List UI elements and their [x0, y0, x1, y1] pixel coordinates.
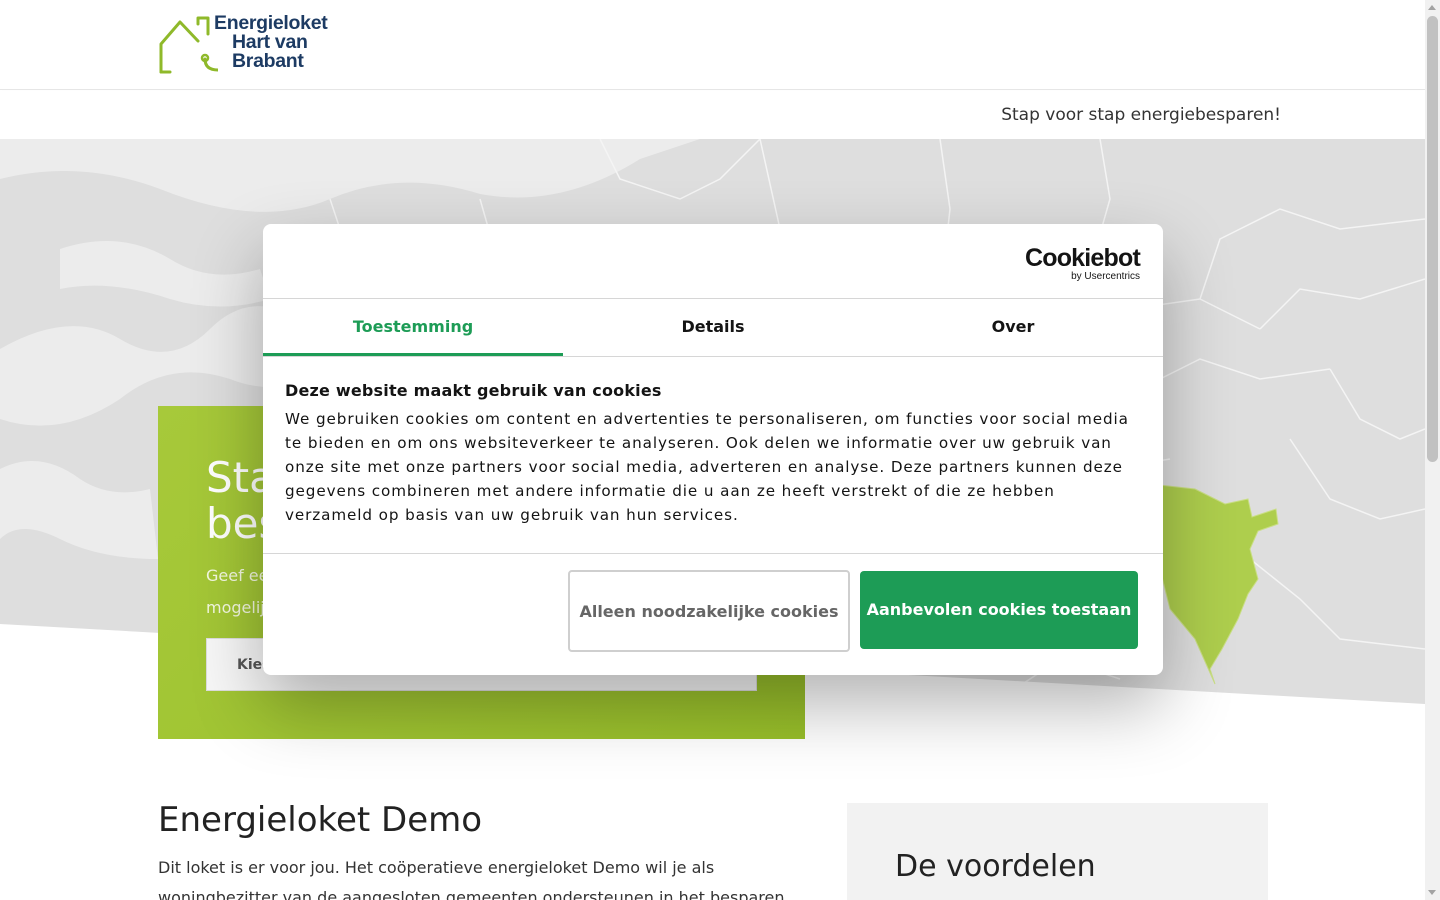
cookie-dialog-body: Deze website maakt gebruik van cookies W…	[263, 357, 1163, 554]
scrollbar-thumb[interactable]	[1427, 16, 1438, 462]
allow-recommended-cookies-button[interactable]: Aanbevolen cookies toestaan	[860, 571, 1138, 649]
site-header: Energieloket Hart van Brabant	[0, 0, 1425, 90]
only-necessary-cookies-button[interactable]: Alleen noodzakelijke cookies	[568, 570, 850, 652]
cookie-dialog-footer: Alleen noodzakelijke cookies Aanbevolen …	[263, 554, 1163, 674]
benefits-title: De voordelen	[895, 849, 1096, 884]
page-scrollbar[interactable]	[1425, 0, 1440, 900]
cookiebot-logo[interactable]: Cookiebot by Usercentrics	[1024, 244, 1141, 282]
tab-over[interactable]: Over	[863, 299, 1163, 356]
cookie-dialog-tabs: Toestemming Details Over	[263, 299, 1163, 357]
cookiebot-brand-by: by Usercentrics	[1071, 271, 1140, 282]
cookie-consent-dialog: Cookiebot by Usercentrics Toestemming De…	[263, 224, 1163, 675]
house-plug-icon	[159, 16, 220, 74]
cookie-dialog-heading: Deze website maakt gebruik van cookies	[285, 381, 662, 400]
scroll-up-arrow-icon[interactable]	[1428, 5, 1436, 10]
site-tagline: Stap voor stap energiebesparen!	[1001, 105, 1281, 125]
cookie-dialog-header: Cookiebot by Usercentrics	[263, 224, 1163, 299]
tab-toestemming[interactable]: Toestemming	[263, 299, 563, 356]
cookiebot-brand: Cookiebot	[1024, 244, 1141, 272]
logo-line-3: Brabant	[232, 50, 304, 72]
cookie-dialog-text: We gebruiken cookies om content en adver…	[285, 410, 1129, 524]
tab-details[interactable]: Details	[563, 299, 863, 356]
site-logo[interactable]: Energieloket Hart van Brabant	[158, 13, 343, 76]
scroll-down-arrow-icon[interactable]	[1428, 890, 1436, 895]
content-intro-text: Dit loket is er voor jou. Het coöperatie…	[158, 858, 785, 900]
content-title: Energieloket Demo	[158, 800, 483, 840]
